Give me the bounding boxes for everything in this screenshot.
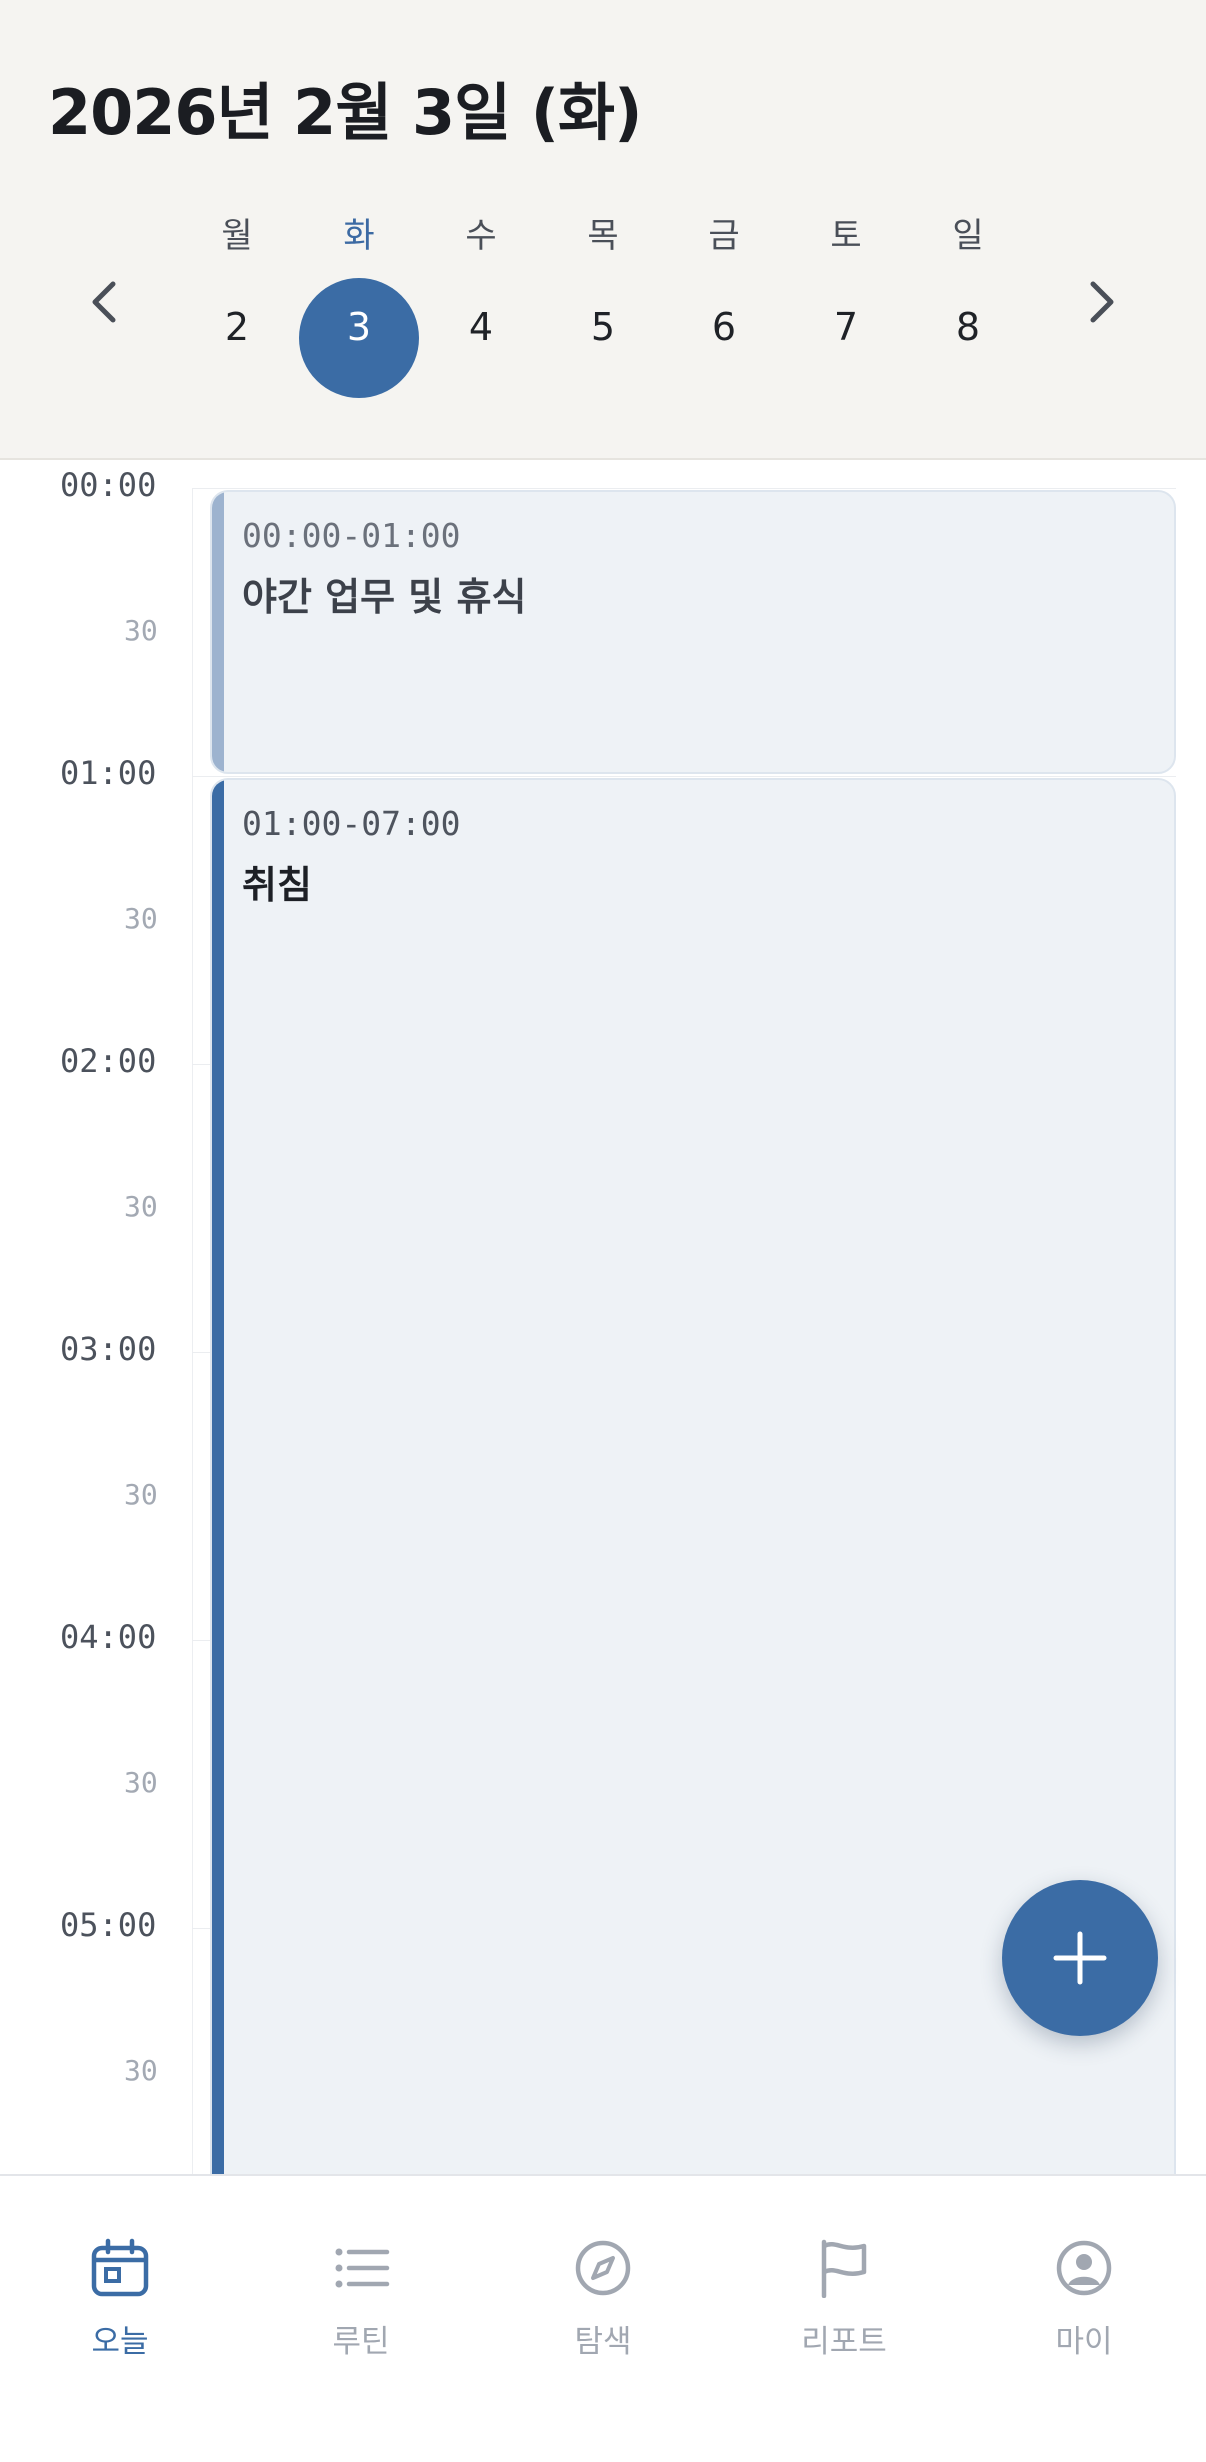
next-week-button[interactable]: [1072, 272, 1132, 332]
plus-icon: [1053, 1931, 1107, 1985]
half-hour-label: 30: [124, 2054, 158, 2087]
event-time: 01:00-07:00: [242, 804, 461, 843]
day-sat[interactable]: 토 7: [786, 198, 906, 408]
nav-label: 오늘: [91, 2324, 149, 2360]
nav-tab-explore[interactable]: 탐색: [523, 2176, 683, 2376]
bottom-navigation: 오늘 루틴 탐색 리포트 마이: [0, 2174, 1206, 2462]
timeline-rail: [192, 488, 193, 2174]
day-number: 6: [711, 305, 737, 349]
hour-label: 00:00: [60, 466, 157, 504]
day-number: 5: [590, 305, 616, 349]
app-root: 2026년 2월 3일 (화) 월 2 화 3 수 4 목 5 금 6 토 7 …: [0, 0, 1206, 2462]
event-accent-bar: [212, 780, 224, 2174]
event-title: 야간 업무 및 휴식: [242, 575, 527, 619]
nav-label: 루틴: [332, 2324, 390, 2360]
day-mon[interactable]: 월 2: [177, 198, 297, 408]
half-hour-label: 30: [124, 902, 158, 935]
day-wed[interactable]: 수 4: [421, 198, 541, 408]
day-fri[interactable]: 금 6: [664, 198, 784, 408]
nav-label: 리포트: [801, 2324, 887, 2360]
page-title: 2026년 2월 3일 (화): [48, 76, 642, 149]
hour-label: 05:00: [60, 1906, 157, 1944]
event-time: 00:00-01:00: [242, 516, 461, 555]
event-title: 취침: [242, 863, 312, 907]
half-hour-label: 30: [124, 1190, 158, 1223]
half-hour-label: 30: [124, 614, 158, 647]
day-tue-selected[interactable]: 화 3: [299, 198, 419, 408]
prev-week-button[interactable]: [74, 272, 134, 332]
hour-label: 02:00: [60, 1042, 157, 1080]
event-card-night-work[interactable]: 00:00-01:00 야간 업무 및 휴식: [210, 490, 1176, 774]
date-header: 2026년 2월 3일 (화) 월 2 화 3 수 4 목 5 금 6 토 7 …: [0, 0, 1206, 460]
weekday-label: 목: [587, 216, 619, 256]
chevron-right-icon: [1090, 281, 1114, 323]
day-sun[interactable]: 일 8: [908, 198, 1028, 408]
half-hour-label: 30: [124, 1766, 158, 1799]
chevron-left-icon: [92, 281, 116, 323]
nav-label: 탐색: [574, 2324, 632, 2360]
compass-icon: [575, 2240, 631, 2296]
calendar-icon: [91, 2238, 149, 2297]
hour-label: 01:00: [60, 754, 157, 792]
day-number: 3: [346, 305, 372, 349]
day-number: 4: [468, 305, 494, 349]
nav-tab-report[interactable]: 리포트: [764, 2176, 924, 2376]
half-hour-label: 30: [124, 1478, 158, 1511]
day-number: 8: [955, 305, 981, 349]
user-circle-icon: [1056, 2240, 1112, 2296]
nav-tab-my[interactable]: 마이: [1004, 2176, 1164, 2376]
hour-gridline: [192, 488, 1176, 489]
day-thu[interactable]: 목 5: [543, 198, 663, 408]
flag-icon: [821, 2239, 867, 2298]
day-number: 2: [224, 305, 250, 349]
event-accent-bar: [212, 492, 224, 772]
hour-label: 04:00: [60, 1618, 157, 1656]
weekday-label: 월: [221, 216, 253, 256]
nav-tab-today[interactable]: 오늘: [40, 2176, 200, 2376]
hour-gridline: [192, 776, 1176, 777]
nav-tab-routine[interactable]: 루틴: [281, 2176, 441, 2376]
add-event-button[interactable]: [1002, 1880, 1158, 2036]
list-icon: [335, 2248, 390, 2288]
day-number: 7: [833, 305, 859, 349]
hour-label: 03:00: [60, 1330, 157, 1368]
weekday-label: 일: [952, 216, 984, 256]
weekday-label: 화: [343, 216, 375, 256]
nav-label: 마이: [1055, 2324, 1113, 2360]
weekday-label: 수: [465, 216, 497, 256]
weekday-label: 금: [708, 216, 740, 256]
weekday-label: 토: [830, 216, 862, 256]
